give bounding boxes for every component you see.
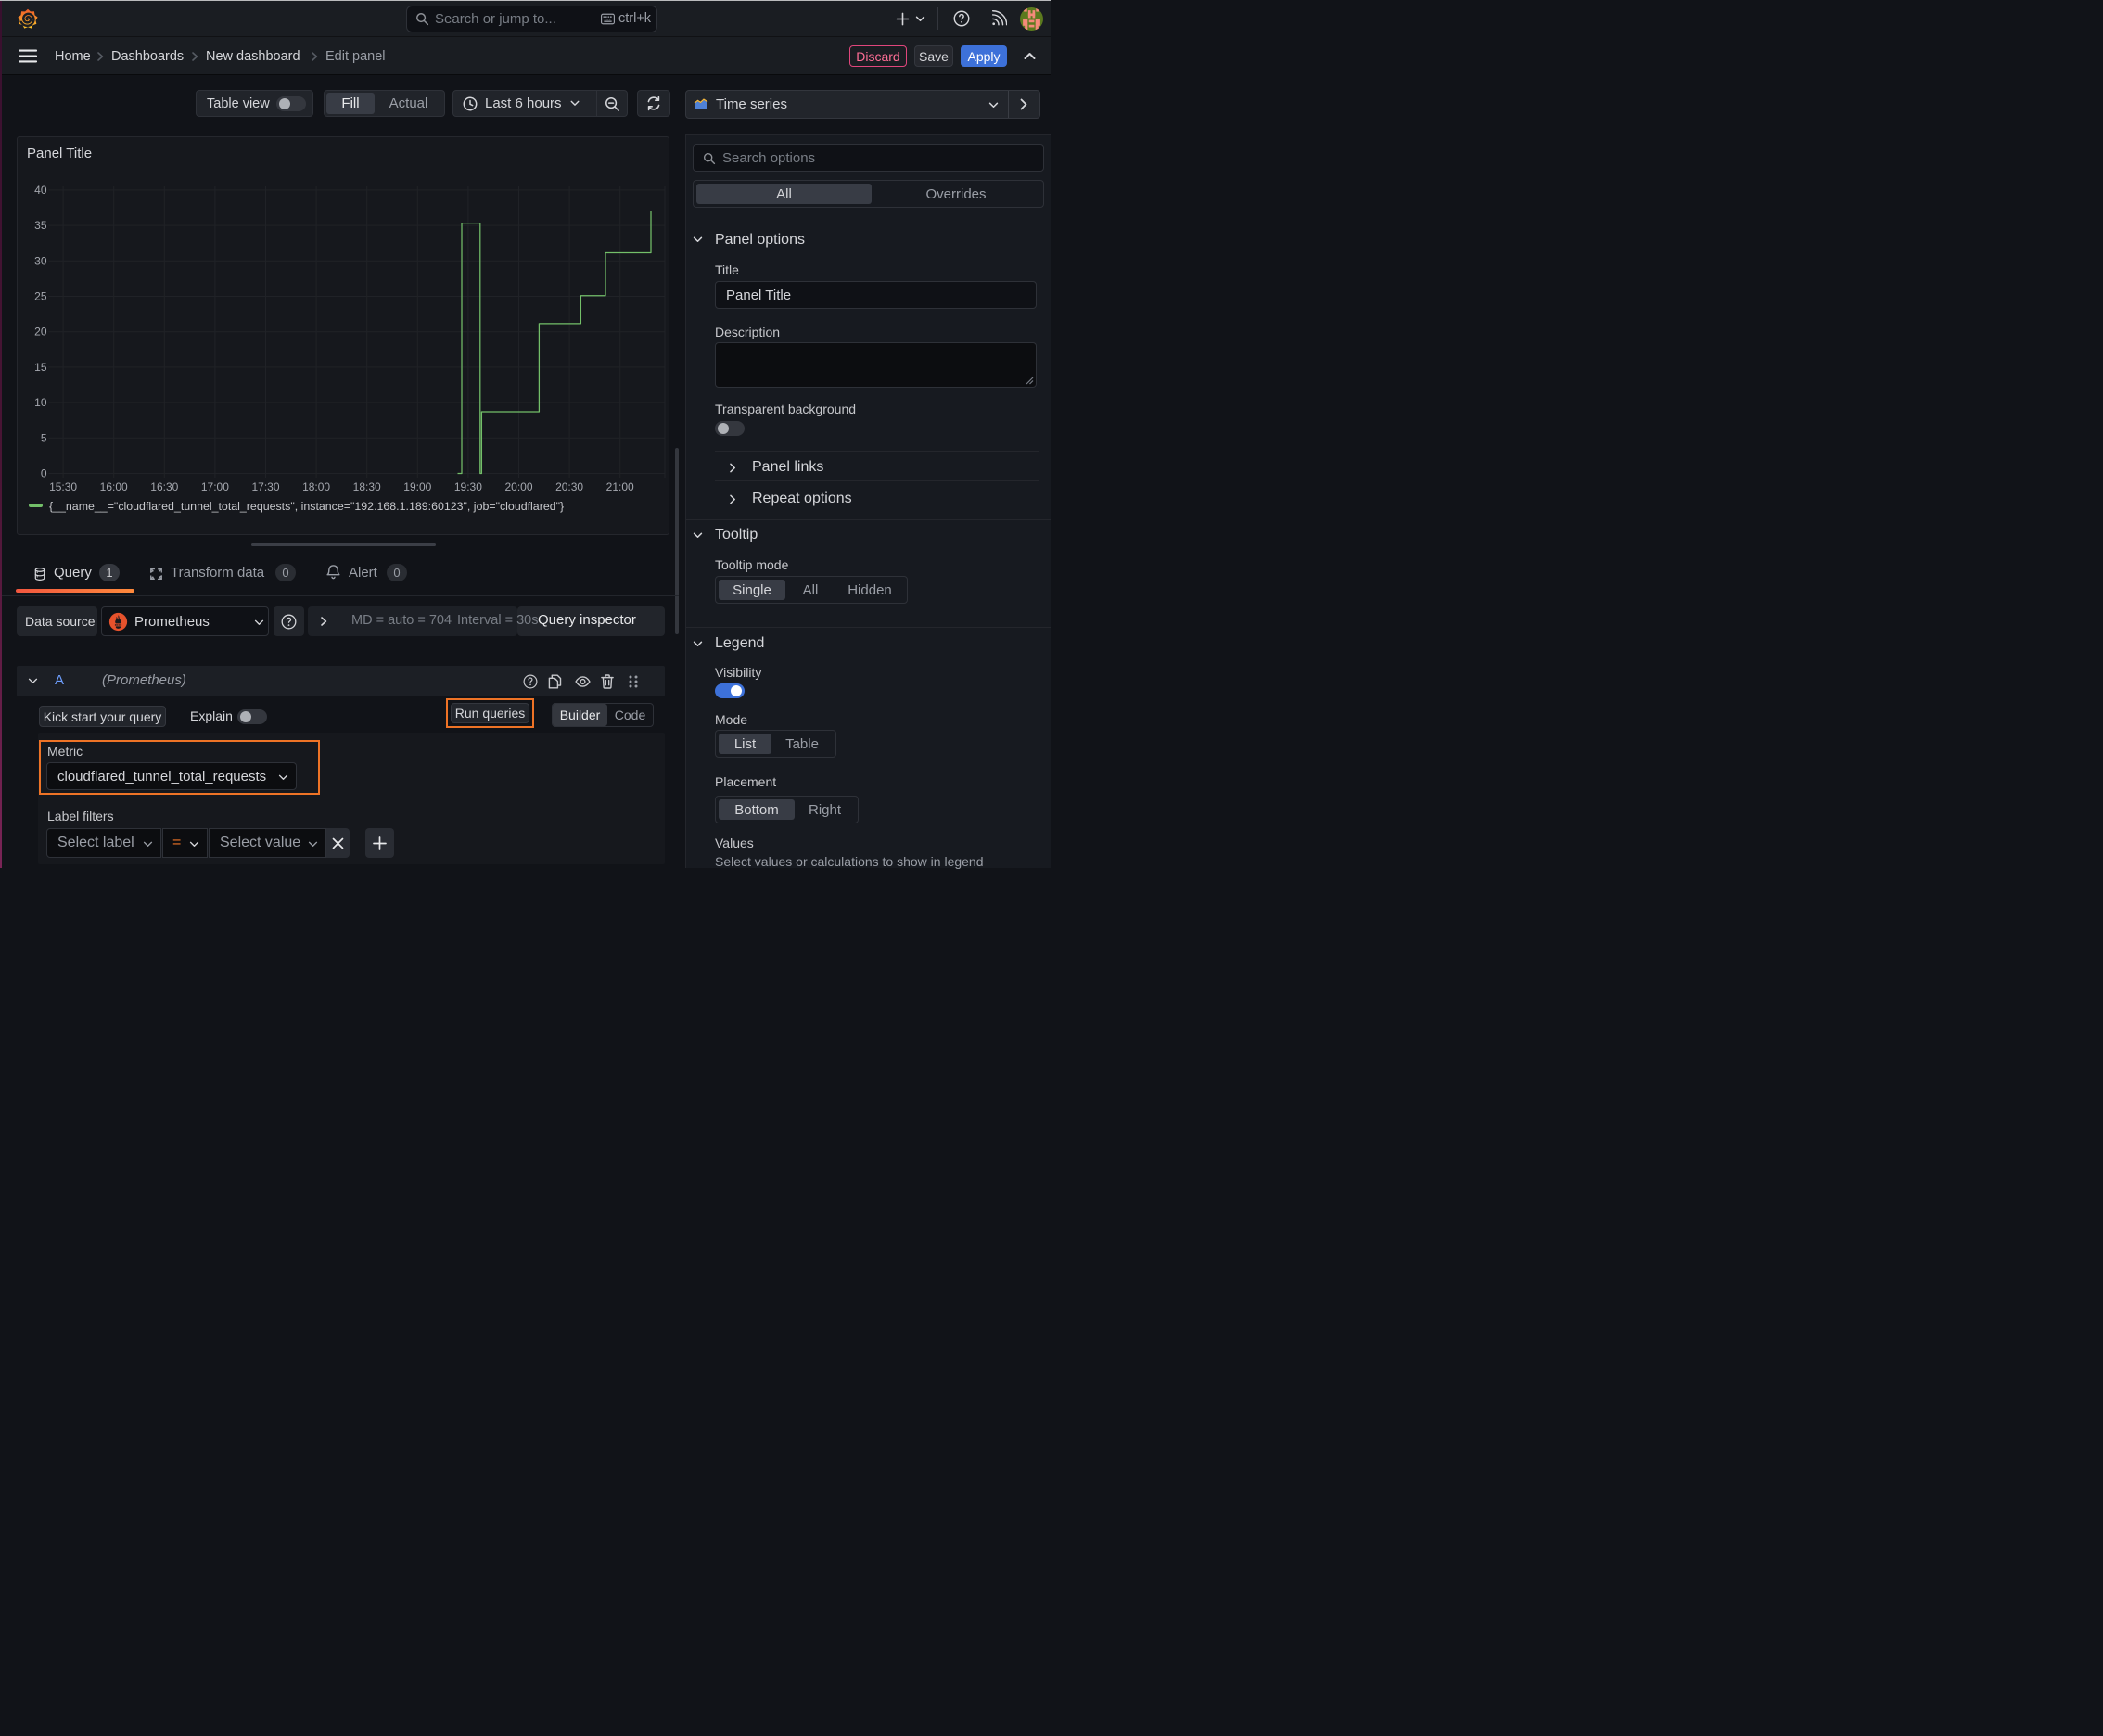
svg-text:15: 15 (34, 361, 47, 374)
svg-text:15:30: 15:30 (49, 480, 77, 493)
svg-text:18:00: 18:00 (302, 480, 330, 493)
svg-text:21:00: 21:00 (606, 480, 634, 493)
svg-text:17:00: 17:00 (201, 480, 229, 493)
svg-text:20: 20 (34, 326, 47, 338)
svg-text:16:30: 16:30 (150, 480, 178, 493)
svg-text:18:30: 18:30 (353, 480, 381, 493)
svg-text:19:00: 19:00 (403, 480, 431, 493)
svg-text:20:00: 20:00 (504, 480, 532, 493)
svg-text:35: 35 (34, 219, 47, 232)
svg-text:{__name__="cloudflared_tunnel_: {__name__="cloudflared_tunnel_total_requ… (49, 500, 564, 513)
svg-text:30: 30 (34, 254, 47, 267)
svg-text:20:30: 20:30 (555, 480, 583, 493)
svg-text:25: 25 (34, 290, 47, 303)
svg-text:40: 40 (34, 184, 47, 197)
svg-text:19:30: 19:30 (454, 480, 482, 493)
svg-text:17:30: 17:30 (251, 480, 279, 493)
svg-text:16:00: 16:00 (100, 480, 128, 493)
svg-text:5: 5 (41, 431, 47, 444)
svg-text:0: 0 (41, 467, 47, 480)
svg-text:10: 10 (34, 396, 47, 409)
